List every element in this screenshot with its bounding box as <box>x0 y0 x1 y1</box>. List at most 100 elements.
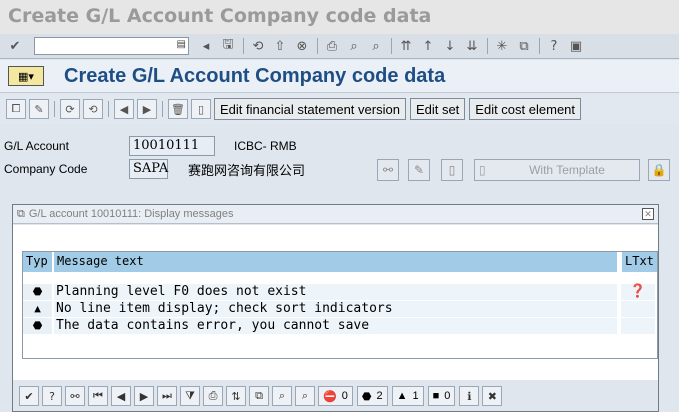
with-template-button[interactable]: ▯ With Template <box>474 159 640 181</box>
undo-icon[interactable]: ⟲ <box>83 99 103 119</box>
sort-icon[interactable]: ⇅ <box>226 386 246 406</box>
enter-icon[interactable]: ✔ <box>6 37 24 55</box>
help-icon[interactable]: ? <box>545 37 563 55</box>
separator <box>391 38 392 54</box>
command-field[interactable]: ▤ <box>34 37 189 55</box>
separator <box>108 101 109 117</box>
edit-cost-element-button[interactable]: Edit cost element <box>469 98 582 120</box>
shortcut-icon[interactable]: ⧉ <box>515 37 533 55</box>
error-icon: ⬣ <box>23 284 52 300</box>
transfer-icon[interactable]: ⟳ <box>60 99 80 119</box>
separator <box>487 38 488 54</box>
print-icon[interactable]: ⎙ <box>203 386 223 406</box>
separator <box>539 38 540 54</box>
copy-icon[interactable]: ⧉ <box>249 386 269 406</box>
standard-toolbar: ✔ ▤ ◂ 🖫 ⟲ ⇧ ⊗ ⎙ ⌕ ⌕ ⇈ ↑ ↓ ⇊ ✳ ⧉ ? ▣ <box>0 34 679 59</box>
company-code-description: 赛跑网咨询有限公司 <box>188 163 306 178</box>
link-icon[interactable]: ⚯ <box>65 386 85 406</box>
title-bar: ▦▾ Create G/L Account Company code data <box>0 60 679 93</box>
other-object-icon[interactable]: ⧠ <box>6 99 26 119</box>
find-next-icon[interactable]: ⌕ <box>295 386 315 406</box>
error-count: 2 <box>376 390 383 402</box>
edit-set-button[interactable]: Edit set <box>409 98 466 120</box>
find-icon[interactable]: ⌕ <box>345 37 363 55</box>
dialog-title-bar: ⧉ G/L account 10010111: Display messages… <box>13 205 658 224</box>
warning-count: 1 <box>412 390 419 402</box>
next-icon[interactable]: ▶ <box>134 386 154 406</box>
page-icon[interactable]: ▯ <box>441 159 463 181</box>
close-icon[interactable]: ✕ <box>642 208 654 220</box>
edit-icon[interactable]: ✎ <box>408 159 430 181</box>
warning-count-button[interactable]: ▲ 1 <box>391 386 424 406</box>
message-text: No line item display; check sort indicat… <box>54 301 617 317</box>
print-icon[interactable]: ⎙ <box>323 37 341 55</box>
delete-icon[interactable]: 🗑 <box>168 99 188 119</box>
previous-icon[interactable]: ◀ <box>111 386 131 406</box>
edit-fs-version-button[interactable]: Edit financial statement version <box>214 98 406 120</box>
previous-icon[interactable]: ◀ <box>114 99 134 119</box>
stop-icon: ⛔ <box>323 390 337 403</box>
document-icon[interactable]: ▯ <box>191 99 211 119</box>
table-row[interactable]: ⬣ The data contains error, you cannot sa… <box>23 318 657 334</box>
next-page-icon[interactable]: ↓ <box>441 37 459 55</box>
dropdown-icon[interactable]: ▤ <box>177 39 186 50</box>
error-count-button[interactable]: ⬣ 2 <box>356 386 388 406</box>
separator <box>243 38 244 54</box>
table-row[interactable]: ▲ No line item display; check sort indic… <box>23 301 657 317</box>
layout-icon[interactable]: ▣ <box>567 37 585 55</box>
link-icon[interactable]: ⚯ <box>377 159 399 181</box>
last-page-icon[interactable]: ⇊ <box>463 37 481 55</box>
column-header-ltxt[interactable]: LTxt <box>622 252 657 272</box>
menu-icon[interactable]: ▦▾ <box>8 66 44 86</box>
lock-icon[interactable]: 🔒 <box>648 159 670 181</box>
separator <box>162 101 163 117</box>
prev-page-icon[interactable]: ↑ <box>419 37 437 55</box>
warning-icon: ▲ <box>396 390 408 402</box>
find-next-icon[interactable]: ⌕ <box>367 37 385 55</box>
long-text-cell <box>621 301 655 317</box>
window-title: Create G/L Account Company code data <box>0 0 679 34</box>
column-header-typ[interactable]: Typ <box>23 252 53 272</box>
dialog-toolbar: ✔ ? ⚯ ⏮ ◀ ▶ ⏭ ⧩ ⎙ ⇅ ⧉ ⌕ ⌕ ⛔ 0 ⬣ 2 ▲ 1 ■ … <box>13 381 658 411</box>
save-icon[interactable]: 🖫 <box>219 37 237 55</box>
display-change-icon[interactable]: ✎ <box>29 99 49 119</box>
company-code-label: Company Code <box>4 162 88 176</box>
long-text-help-icon[interactable]: ❓ <box>621 284 655 300</box>
cancel-icon[interactable]: ✖ <box>482 386 503 406</box>
message-text: Planning level F0 does not exist <box>54 284 617 300</box>
gl-account-field[interactable]: 10010111 <box>129 136 215 156</box>
page-title: Create G/L Account Company code data <box>64 64 446 87</box>
info-icon[interactable]: ℹ <box>459 386 480 406</box>
info-square-icon: ■ <box>432 390 440 402</box>
first-page-icon[interactable]: ⇈ <box>397 37 415 55</box>
first-icon[interactable]: ⏮ <box>88 386 108 406</box>
exit-icon[interactable]: ⇧ <box>271 37 289 55</box>
stop-count-button[interactable]: ⛔ 0 <box>318 386 353 406</box>
stop-count: 0 <box>341 390 348 402</box>
last-icon[interactable]: ⏭ <box>157 386 177 406</box>
company-code-field[interactable]: SAPA <box>129 159 168 179</box>
check-icon[interactable]: ✔ <box>19 386 39 406</box>
gl-account-description: ICBC- RMB <box>234 139 297 153</box>
warning-icon: ▲ <box>23 301 52 317</box>
back-icon[interactable]: ⟲ <box>249 37 267 55</box>
table-row[interactable]: ⬣ Planning level F0 does not exist ❓ <box>23 284 657 300</box>
collapse-icon[interactable]: ◂ <box>197 37 215 55</box>
cancel-icon[interactable]: ⊗ <box>293 37 311 55</box>
dialog-title: G/L account 10010111: Display messages <box>28 208 234 220</box>
template-icon: ▯ <box>479 163 486 177</box>
column-header-text[interactable]: Message text <box>54 252 618 272</box>
info-count-button[interactable]: ■ 0 <box>427 386 456 406</box>
dialog-body: Typ Message text LTxt ⬣ Planning level F… <box>13 225 658 380</box>
info-count: 0 <box>444 390 451 402</box>
error-icon: ⬣ <box>23 318 52 334</box>
next-icon[interactable]: ▶ <box>137 99 157 119</box>
window-icon: ⧉ <box>17 207 25 220</box>
new-session-icon[interactable]: ✳ <box>493 37 511 55</box>
filter-icon[interactable]: ⧩ <box>180 386 200 406</box>
find-icon[interactable]: ⌕ <box>272 386 292 406</box>
long-text-cell <box>621 318 655 334</box>
with-template-label: With Template <box>529 163 605 177</box>
messages-dialog: ⧉ G/L account 10010111: Display messages… <box>12 204 659 412</box>
help-icon[interactable]: ? <box>42 386 62 406</box>
